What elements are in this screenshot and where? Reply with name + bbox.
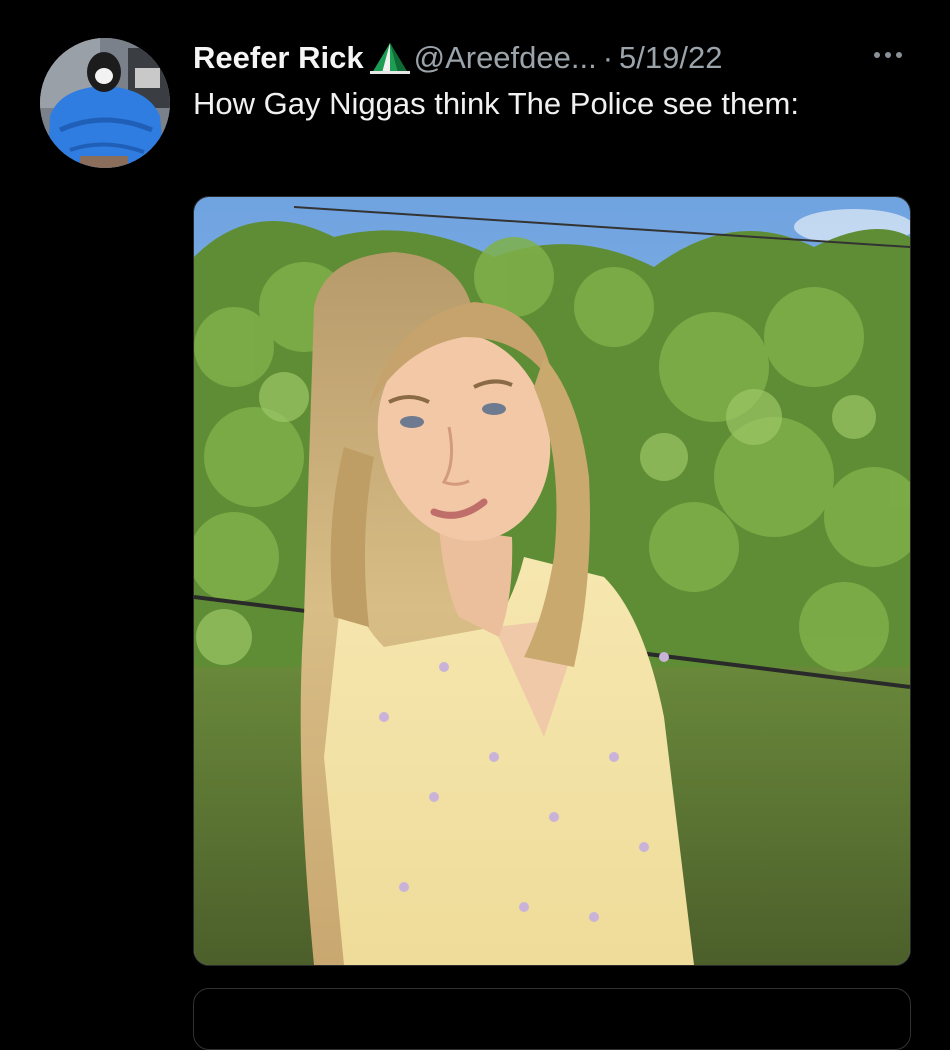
display-name[interactable]: Reefer Rick — [193, 39, 364, 77]
tweet-text: How Gay Niggas think The Police see them… — [193, 86, 799, 121]
photo-illustration — [194, 197, 910, 965]
next-tweet-card-edge — [193, 988, 911, 1050]
avatar[interactable] — [40, 38, 170, 168]
tweet-header: Reefer Rick @Areefdee... · 5/19/22 — [193, 38, 722, 78]
user-handle[interactable]: @Areefdee... — [414, 39, 597, 77]
more-dots-icon[interactable] — [866, 38, 910, 72]
tweet: Reefer Rick @Areefdee... · 5/19/22 How G… — [0, 0, 950, 1050]
tweet-photo[interactable] — [193, 196, 911, 966]
separator-dot: · — [602, 40, 614, 75]
avatar-photo — [40, 38, 170, 168]
flag-emoji-icon — [368, 41, 412, 75]
tweet-date[interactable]: 5/19/22 — [619, 39, 722, 77]
